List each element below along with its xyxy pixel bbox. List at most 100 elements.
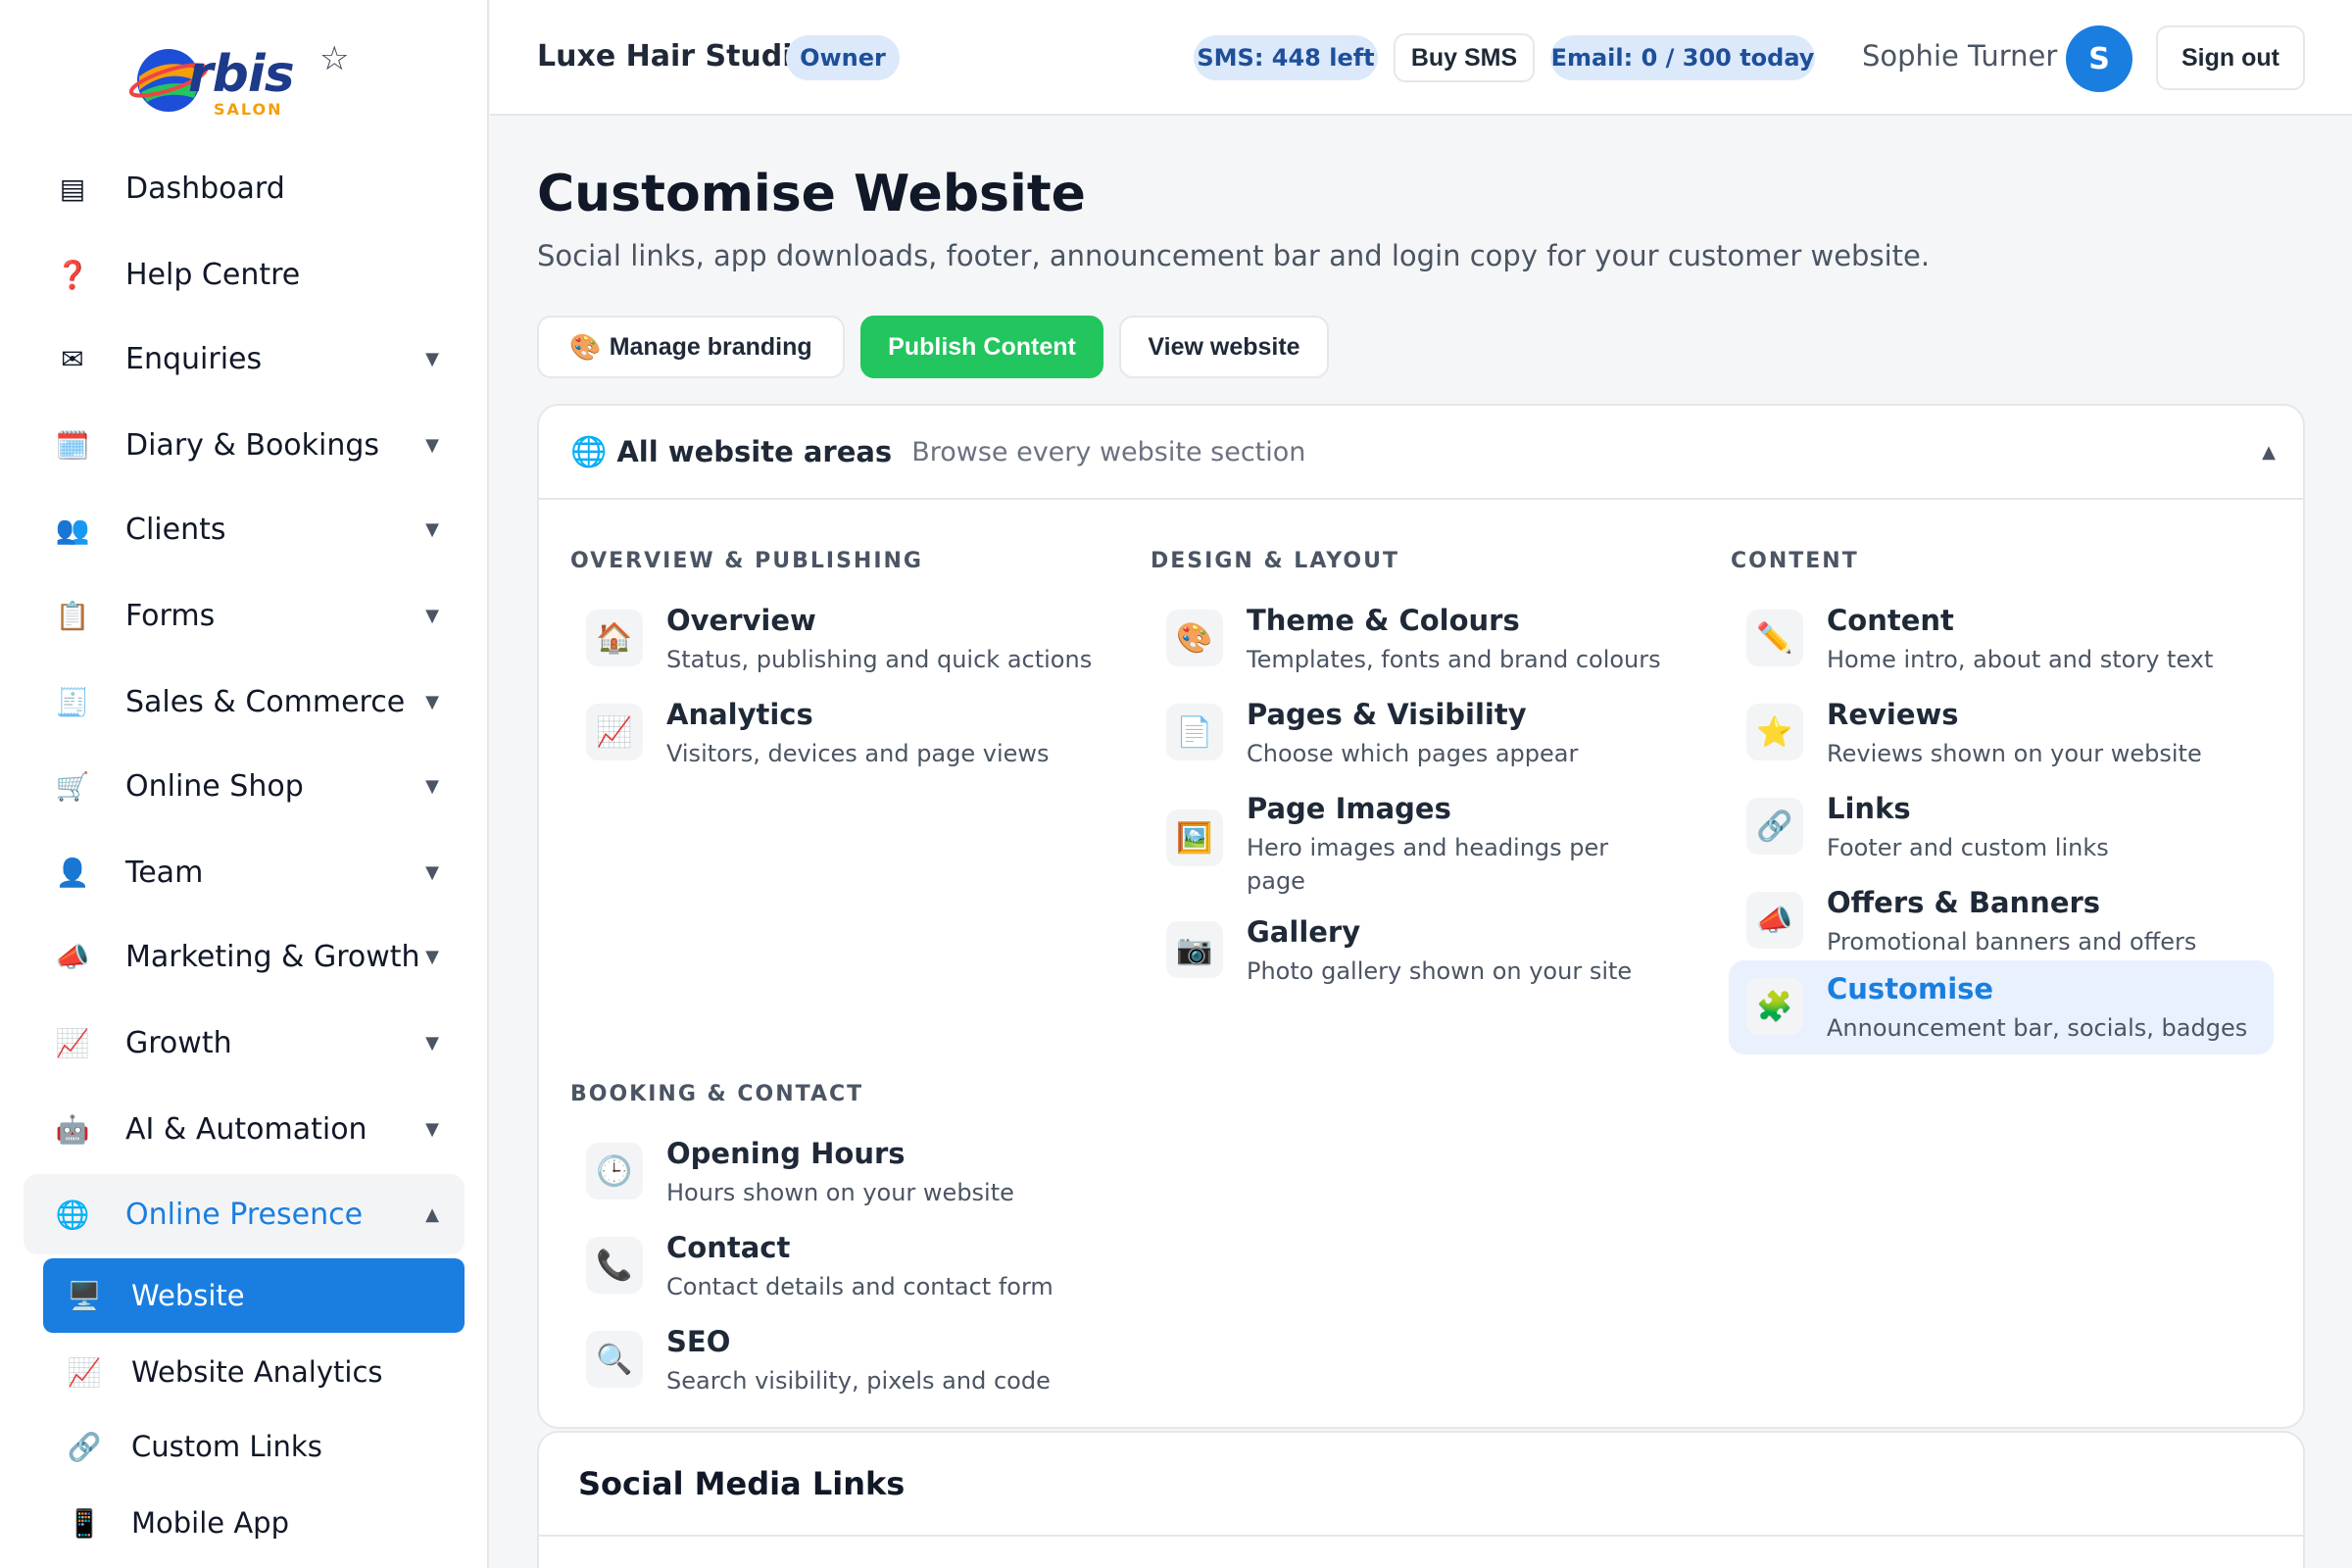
group-title-design: DESIGN & LAYOUT bbox=[1151, 549, 1399, 573]
sidebar-item-diary-bookings[interactable]: 🗓️ Diary & Bookings ▼ bbox=[24, 406, 465, 484]
phone-icon: 📱 bbox=[67, 1506, 102, 1540]
house-icon: 🏠 bbox=[586, 610, 643, 666]
manage-branding-button[interactable]: 🎨 Manage branding bbox=[537, 316, 845, 378]
chevron-down-icon: ▼ bbox=[425, 1118, 439, 1140]
chevron-down-icon: ▼ bbox=[425, 946, 439, 967]
sidebar-item-forms[interactable]: 📋 Forms ▼ bbox=[24, 576, 465, 655]
chevron-down-icon: ▼ bbox=[425, 1032, 439, 1054]
area-item-reviews[interactable]: ⭐ Reviews Reviews shown on your website bbox=[1729, 686, 2274, 776]
palette-icon: 🎨 bbox=[569, 331, 602, 362]
group-title-overview: OVERVIEW & PUBLISHING bbox=[570, 549, 923, 573]
pencil-icon: ✏️ bbox=[1746, 610, 1803, 666]
sidebar-item-label: Dashboard bbox=[125, 171, 285, 206]
area-item-pages-visibility[interactable]: 📄 Pages & Visibility Choose which pages … bbox=[1149, 686, 1693, 776]
area-item-name: Theme & Colours bbox=[1247, 604, 1520, 637]
sidebar-item-label: Online Presence bbox=[125, 1197, 364, 1232]
area-item-desc: Status, publishing and quick actions bbox=[666, 646, 1093, 673]
sidebar-item-label: Help Centre bbox=[125, 257, 301, 292]
area-item-offers-banners[interactable]: 📣 Offers & Banners Promotional banners a… bbox=[1729, 874, 2274, 964]
group-title-booking: BOOKING & CONTACT bbox=[570, 1082, 864, 1106]
sidebar-subitem-mobile-app[interactable]: 📱 Mobile App bbox=[43, 1486, 465, 1560]
area-item-desc: Photo gallery shown on your site bbox=[1247, 957, 1633, 985]
megaphone-icon: 📣 bbox=[55, 940, 90, 973]
website-areas-header[interactable]: 🌐 All website areas Browse every website… bbox=[539, 406, 2303, 500]
manage-branding-label: Manage branding bbox=[609, 332, 812, 361]
view-website-button[interactable]: View website bbox=[1119, 316, 1329, 378]
sidebar-subitem-website[interactable]: 🖥️ Website bbox=[43, 1258, 465, 1333]
sidebar-subitem-label: Mobile App bbox=[131, 1506, 290, 1540]
sidebar-item-clients[interactable]: 👥 Clients ▼ bbox=[24, 490, 465, 568]
sidebar-item-label: Clients bbox=[125, 512, 226, 547]
area-item-opening-hours[interactable]: 🕒 Opening Hours Hours shown on your webs… bbox=[568, 1125, 1113, 1215]
clipboard-icon: 📋 bbox=[55, 599, 90, 632]
studio-name: Luxe Hair Studio bbox=[537, 39, 813, 74]
area-item-theme-colours[interactable]: 🎨 Theme & Colours Templates, fonts and b… bbox=[1149, 592, 1693, 682]
area-item-name: Links bbox=[1827, 792, 1911, 825]
email-quota-badge: Email: 0 / 300 today bbox=[1550, 35, 1815, 80]
sidebar-subitem-custom-links[interactable]: 🔗 Custom Links bbox=[43, 1409, 465, 1484]
area-item-desc: Templates, fonts and brand colours bbox=[1247, 646, 1661, 673]
sidebar-item-label: Team bbox=[125, 855, 204, 890]
phone-icon: 📞 bbox=[586, 1237, 643, 1294]
chevron-up-icon: ▲ bbox=[425, 1203, 439, 1225]
question-icon: ❓ bbox=[55, 258, 90, 291]
area-item-name: Customise bbox=[1827, 972, 1994, 1005]
area-item-content[interactable]: ✏️ Content Home intro, about and story t… bbox=[1729, 592, 2274, 682]
globe-icon: 🌐 bbox=[55, 1198, 90, 1231]
area-item-name: Overview bbox=[666, 604, 816, 637]
page-icon: 📄 bbox=[1166, 704, 1223, 760]
area-item-desc: Visitors, devices and page views bbox=[666, 740, 1050, 767]
cart-icon: 🛒 bbox=[55, 769, 90, 803]
chevron-down-icon: ▼ bbox=[425, 775, 439, 797]
area-item-desc: Search visibility, pixels and code bbox=[666, 1367, 1051, 1395]
sidebar-subitem-website-analytics[interactable]: 📈 Website Analytics bbox=[43, 1335, 465, 1409]
area-item-gallery[interactable]: 📷 Gallery Photo gallery shown on your si… bbox=[1149, 904, 1693, 994]
sign-out-button[interactable]: Sign out bbox=[2156, 25, 2305, 90]
website-areas-title: All website areas bbox=[616, 435, 893, 468]
area-item-seo[interactable]: 🔍 SEO Search visibility, pixels and code bbox=[568, 1313, 1113, 1403]
sidebar-item-growth[interactable]: 📈 Growth ▼ bbox=[24, 1004, 465, 1082]
sidebar-subitem-label: Website bbox=[131, 1279, 245, 1312]
area-item-contact[interactable]: 📞 Contact Contact details and contact fo… bbox=[568, 1219, 1113, 1309]
sidebar-item-dashboard[interactable]: ▤ Dashboard bbox=[24, 149, 465, 227]
sidebar-item-online-shop[interactable]: 🛒 Online Shop ▼ bbox=[24, 747, 465, 825]
area-item-page-images[interactable]: 🖼️ Page Images Hero images and headings … bbox=[1149, 780, 1693, 900]
website-areas-panel: 🌐 All website areas Browse every website… bbox=[537, 404, 2305, 1429]
chevron-down-icon: ▼ bbox=[425, 691, 439, 712]
sidebar-subitem-label: Custom Links bbox=[131, 1430, 322, 1463]
receipt-icon: 🧾 bbox=[55, 685, 90, 718]
area-item-name: Reviews bbox=[1827, 698, 1959, 731]
group-title-content: CONTENT bbox=[1731, 549, 1859, 573]
area-item-links[interactable]: 🔗 Links Footer and custom links bbox=[1729, 780, 2274, 870]
buy-sms-button[interactable]: Buy SMS bbox=[1394, 33, 1535, 82]
chart-up-icon: 📈 bbox=[586, 704, 643, 760]
area-item-name: Offers & Banners bbox=[1827, 886, 2101, 919]
sidebar-item-online-presence[interactable]: 🌐 Online Presence ▲ bbox=[24, 1174, 465, 1254]
sidebar-item-label: Growth bbox=[125, 1025, 232, 1060]
area-item-name: Pages & Visibility bbox=[1247, 698, 1527, 731]
chart-up-icon: 📈 bbox=[55, 1026, 90, 1059]
area-item-name: Gallery bbox=[1247, 915, 1361, 949]
globe-icon: 🌐 bbox=[570, 434, 608, 469]
orbis-salon-logo[interactable]: rbis SALON ☆ bbox=[127, 37, 363, 125]
sidebar-item-enquiries[interactable]: ✉ Enquiries ▼ bbox=[24, 319, 465, 398]
envelope-icon: ✉ bbox=[61, 342, 84, 375]
page-subtitle: Social links, app downloads, footer, ann… bbox=[537, 239, 1931, 272]
area-item-desc: Choose which pages appear bbox=[1247, 740, 1579, 767]
area-item-overview[interactable]: 🏠 Overview Status, publishing and quick … bbox=[568, 592, 1113, 682]
sidebar-item-ai-automation[interactable]: 🤖 AI & Automation ▼ bbox=[24, 1090, 465, 1168]
sidebar-item-sales-commerce[interactable]: 🧾 Sales & Commerce ▼ bbox=[24, 662, 465, 741]
sidebar-item-label: Marketing & Growth bbox=[125, 939, 420, 974]
area-item-analytics[interactable]: 📈 Analytics Visitors, devices and page v… bbox=[568, 686, 1113, 776]
area-item-name: Opening Hours bbox=[666, 1137, 906, 1170]
area-item-desc: Reviews shown on your website bbox=[1827, 740, 2202, 767]
avatar[interactable]: S bbox=[2066, 25, 2132, 92]
sidebar-item-marketing-growth[interactable]: 📣 Marketing & Growth ▼ bbox=[24, 917, 465, 996]
sidebar-item-team[interactable]: 👤 Team ▼ bbox=[24, 833, 465, 911]
chevron-up-icon[interactable]: ▲ bbox=[2262, 442, 2276, 463]
area-item-customise[interactable]: 🧩 Customise Announcement bar, socials, b… bbox=[1729, 960, 2274, 1054]
puzzle-icon: 🧩 bbox=[1746, 978, 1803, 1035]
sidebar-item-help-centre[interactable]: ❓ Help Centre bbox=[24, 235, 465, 314]
publish-content-button[interactable]: Publish Content bbox=[860, 316, 1103, 378]
area-item-desc: Announcement bar, socials, badges bbox=[1827, 1014, 2248, 1042]
